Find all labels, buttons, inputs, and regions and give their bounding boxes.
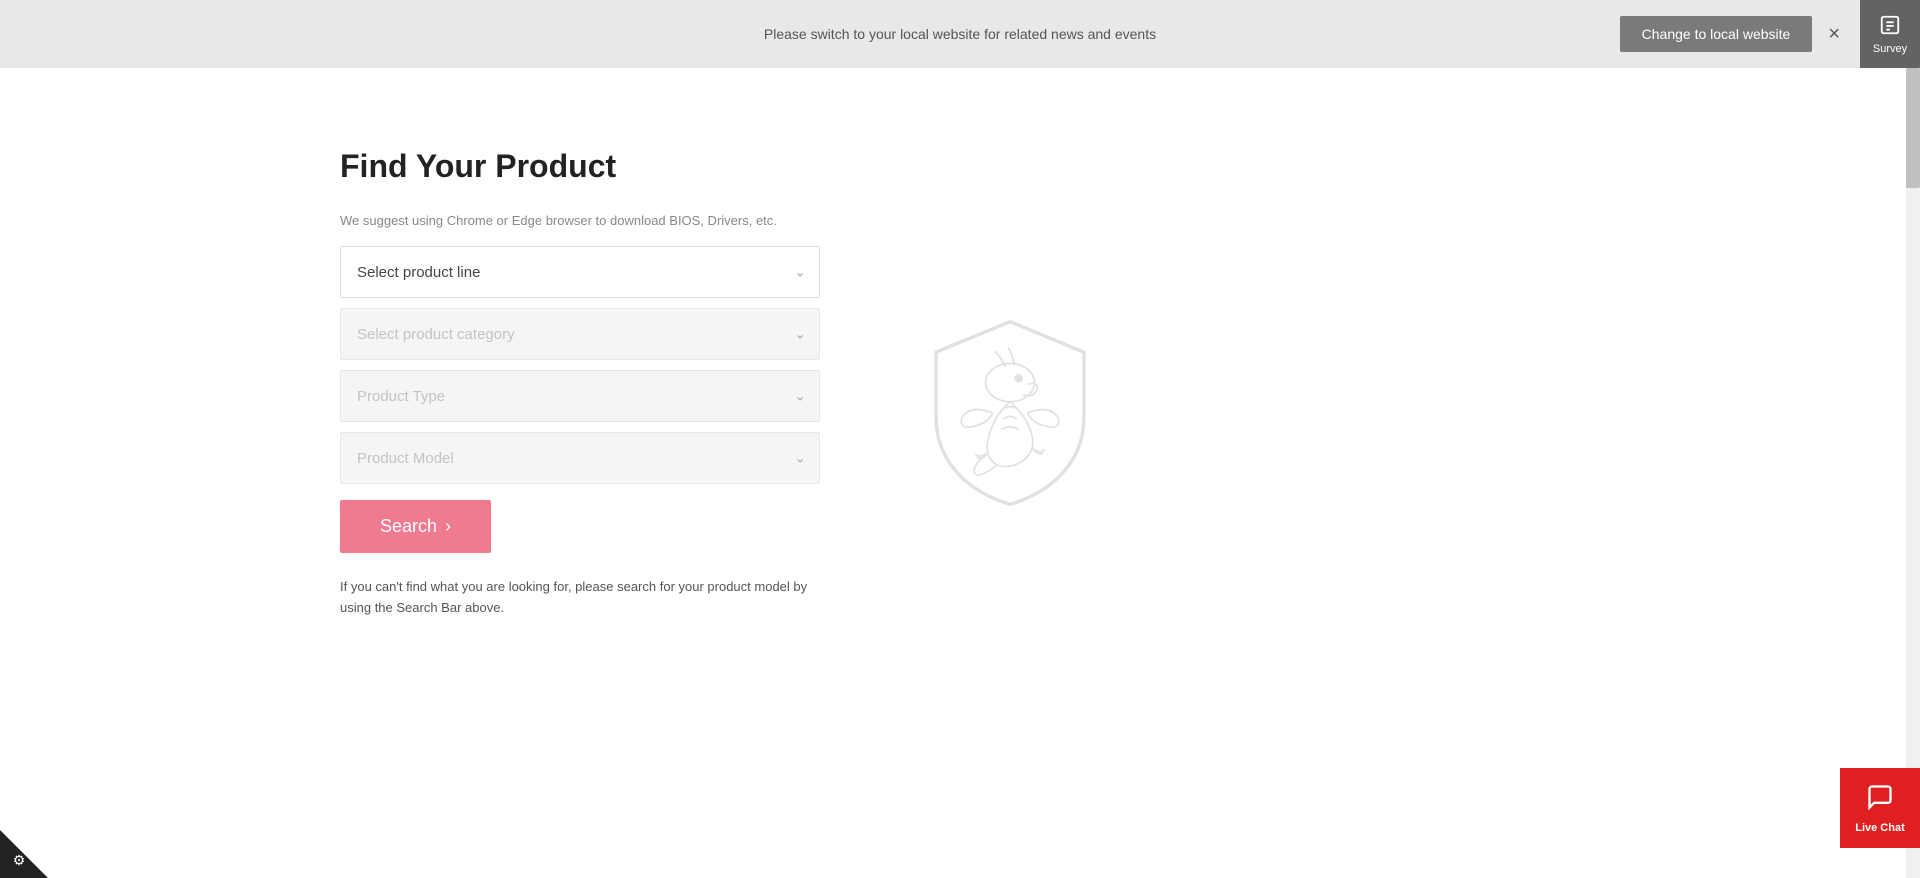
- survey-icon: [1879, 14, 1901, 41]
- product-line-select[interactable]: Select product line: [340, 246, 820, 298]
- msi-shield-logo: [920, 313, 1100, 513]
- search-button-label: Search: [380, 516, 437, 537]
- top-banner: Please switch to your local website for …: [0, 0, 1920, 68]
- search-hint: If you can't find what you are looking f…: [340, 577, 820, 619]
- cookie-settings-button[interactable]: ⚙: [0, 830, 48, 878]
- logo-section: [920, 208, 1100, 619]
- change-local-button[interactable]: Change to local website: [1620, 16, 1813, 52]
- product-model-select[interactable]: Product Model: [340, 432, 820, 484]
- page-title: Find Your Product: [340, 148, 820, 185]
- search-button[interactable]: Search ›: [340, 500, 491, 553]
- product-type-wrapper: Product Type ⌄: [340, 370, 820, 422]
- survey-label: Survey: [1873, 43, 1907, 55]
- live-chat-label: Live Chat: [1855, 822, 1905, 834]
- product-category-select[interactable]: Select product category: [340, 308, 820, 360]
- suggestion-text: We suggest using Chrome or Edge browser …: [340, 213, 820, 228]
- close-banner-button[interactable]: ×: [1828, 24, 1840, 44]
- gear-icon: ⚙: [13, 852, 26, 869]
- main-content: Find Your Product We suggest using Chrom…: [0, 68, 1920, 679]
- live-chat-button[interactable]: Live Chat: [1840, 768, 1920, 848]
- product-type-select[interactable]: Product Type: [340, 370, 820, 422]
- form-section: Find Your Product We suggest using Chrom…: [340, 148, 820, 619]
- scrollbar-track: [1906, 68, 1920, 878]
- product-category-wrapper: Select product category ⌄: [340, 308, 820, 360]
- live-chat-icon: [1866, 783, 1894, 818]
- search-arrow-icon: ›: [445, 516, 451, 537]
- survey-panel[interactable]: Survey: [1860, 0, 1920, 68]
- banner-text: Please switch to your local website for …: [764, 26, 1156, 42]
- scrollbar-thumb[interactable]: [1906, 68, 1920, 188]
- product-line-wrapper: Select product line ⌄: [340, 246, 820, 298]
- banner-actions: Change to local website ×: [1620, 16, 1840, 52]
- product-model-wrapper: Product Model ⌄: [340, 432, 820, 484]
